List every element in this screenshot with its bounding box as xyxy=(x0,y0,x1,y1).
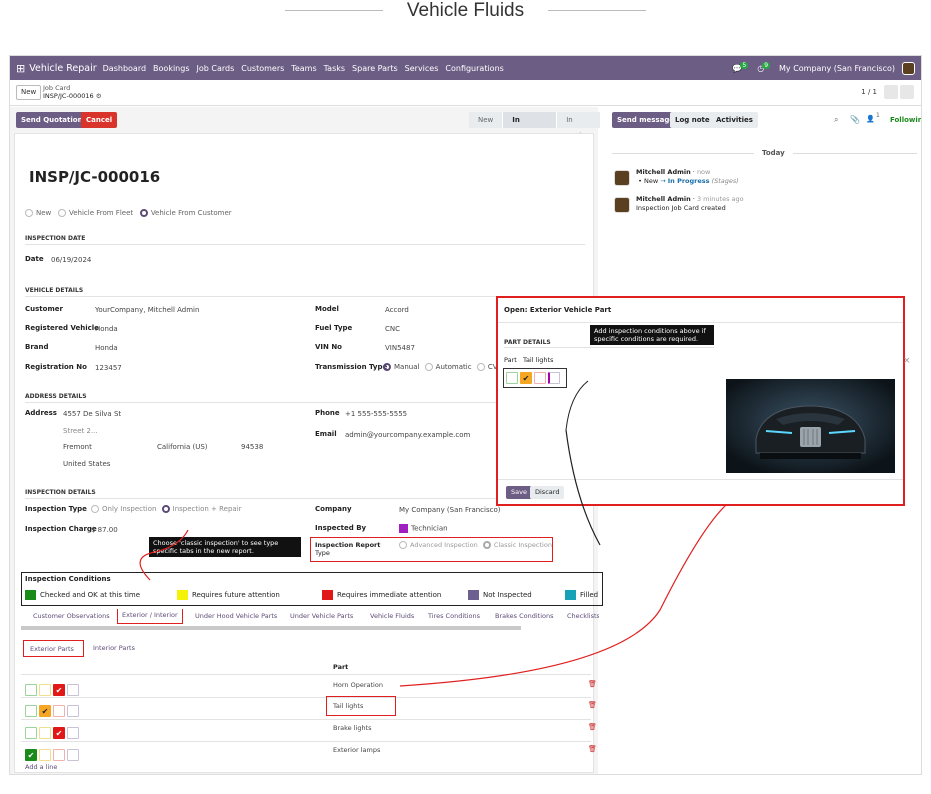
arrow-classic-tip xyxy=(139,529,189,581)
arrow-tail-lights xyxy=(399,504,727,687)
arrow-add-conditions xyxy=(565,380,589,431)
arrow-conditions-legend xyxy=(565,429,601,546)
annotation-arrows xyxy=(139,380,727,687)
